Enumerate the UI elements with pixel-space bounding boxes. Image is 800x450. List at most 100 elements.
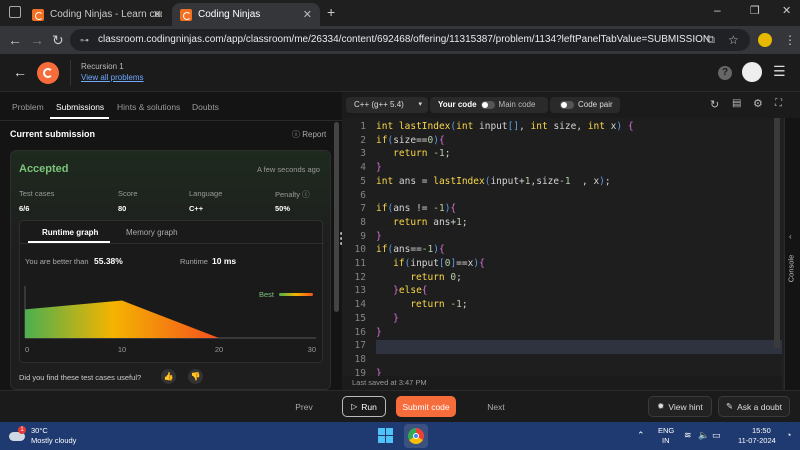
main-code-label: Main code — [498, 100, 536, 109]
code-line[interactable]: int ans = lastIndex(input+1,size-1 , x); — [376, 176, 611, 187]
user-avatar[interactable] — [742, 62, 762, 82]
active-tab-indicator — [50, 117, 109, 119]
run-button[interactable]: ▷ Run — [342, 396, 386, 417]
thumbs-down-icon[interactable]: 👎 — [188, 369, 203, 384]
stat-value-language: C++ — [189, 204, 204, 213]
code-pair-switch[interactable] — [560, 100, 574, 109]
close-window-icon[interactable]: ✕ — [782, 4, 791, 17]
ask-doubt-label: Ask a doubt — [737, 401, 782, 412]
install-app-icon[interactable]: ⧉ — [707, 32, 715, 48]
code-line[interactable]: return 0; — [376, 272, 462, 283]
play-icon: ▷ — [351, 402, 358, 411]
battery-icon[interactable]: ▭ — [712, 430, 721, 441]
line-number: 10 — [354, 244, 366, 256]
code-view-switch[interactable] — [480, 100, 495, 109]
prev-button[interactable]: Prev — [286, 398, 322, 416]
language-indicator-1[interactable]: ENG — [658, 426, 674, 435]
code-line[interactable]: int lastIndex(int input[], int size, int… — [376, 121, 634, 132]
code-line[interactable]: } — [376, 368, 382, 376]
clock-time[interactable]: 15:50 — [752, 426, 771, 435]
reload-icon[interactable]: ↻ — [52, 32, 64, 48]
tab-actions-icon[interactable] — [9, 6, 21, 18]
windows-start-icon[interactable] — [378, 428, 394, 444]
line-number: 4 — [360, 162, 366, 174]
address-bar[interactable]: ⊶ classroom.codingninjas.com/app/classro… — [70, 29, 750, 51]
reset-code-icon[interactable]: ↻ — [710, 98, 719, 111]
line-number: 6 — [360, 189, 366, 201]
back-arrow-icon[interactable]: ← — [13, 64, 27, 80]
close-tab-icon[interactable]: ✕ — [153, 8, 162, 21]
code-line[interactable]: } — [376, 162, 382, 173]
submission-card: Accepted A few seconds ago Test cases 6/… — [10, 150, 331, 390]
minimize-icon[interactable]: – — [714, 3, 721, 17]
browser-tab-2[interactable]: Coding Ninjas ✕ — [172, 3, 320, 26]
console-panel-toggle[interactable]: ‹ Console — [784, 118, 800, 390]
windows-taskbar: 1 30°C Mostly cloudy ⌃ ENG IN ≋ 🔈 ▭ 15:5… — [0, 422, 800, 450]
code-line[interactable]: return -1; — [376, 299, 467, 310]
chat-icon: ✎ — [725, 401, 734, 411]
left-panel-scrollbar[interactable] — [334, 122, 339, 312]
line-number: 16 — [354, 326, 366, 338]
browser-tab-1[interactable]: Coding Ninjas - Learn coding o ✕ — [24, 3, 170, 26]
bookmark-star-icon[interactable]: ☆ — [728, 32, 739, 48]
action-footer: Prev ▷ Run Submit code Next ✹ View hint … — [0, 390, 800, 422]
profile-avatar[interactable] — [758, 33, 772, 47]
clock-date: 11-07-2024 — [738, 436, 776, 445]
tab-doubts[interactable]: Doubts — [192, 102, 219, 112]
view-all-problems-link[interactable]: View all problems — [81, 73, 144, 82]
code-line[interactable]: } — [376, 327, 382, 338]
chevron-up-icon[interactable]: ⌃ — [637, 430, 645, 441]
code-line[interactable]: }else{ — [376, 285, 427, 296]
help-icon[interactable]: ? — [718, 66, 732, 80]
tab-runtime-graph[interactable]: Runtime graph — [42, 228, 98, 237]
line-number: 14 — [354, 299, 366, 311]
volume-icon[interactable]: 🔈 — [698, 430, 709, 441]
weather-cloud-icon[interactable]: 1 — [9, 426, 27, 444]
line-number: 15 — [354, 312, 366, 324]
code-line[interactable]: if(input[0]==x){ — [376, 258, 485, 269]
fullscreen-icon[interactable]: ⛶ — [775, 98, 782, 109]
code-editor[interactable]: 1 2 3 4 5 6 7 8 9 10 11 12 13 14 15 16 17 18 19 int lastIn… — [342, 118, 782, 376]
gear-icon[interactable]: ⚙ — [753, 97, 763, 110]
browser-tab-title: Coding Ninjas — [198, 9, 261, 20]
hamburger-menu-icon[interactable]: ☰ — [773, 63, 786, 80]
report-button[interactable]: ⓘ Report — [292, 129, 326, 140]
maximize-icon[interactable]: ❐ — [750, 4, 760, 17]
line-number: 1 — [360, 121, 366, 132]
browser-menu-icon[interactable]: ⋮ — [784, 32, 796, 48]
next-button[interactable]: Next — [478, 398, 514, 416]
site-info-icon[interactable]: ⊶ — [80, 29, 89, 51]
chrome-taskbar-icon[interactable] — [404, 424, 428, 448]
thumbs-up-icon[interactable]: 👍 — [161, 369, 176, 384]
info-icon[interactable]: ⓘ — [302, 190, 310, 199]
forward-arrow-icon[interactable]: → — [30, 32, 44, 48]
editor-scrollbar[interactable] — [774, 118, 780, 348]
tab-problem[interactable]: Problem — [12, 102, 44, 112]
layout-icon[interactable]: ▤ — [732, 98, 741, 109]
tab-memory-graph[interactable]: Memory graph — [126, 228, 178, 237]
back-arrow-icon[interactable]: ← — [8, 32, 22, 48]
new-tab-button[interactable]: + — [327, 4, 335, 20]
code-line[interactable]: return ans+1; — [376, 217, 467, 228]
code-line[interactable]: if(ans==-1){ — [376, 244, 445, 255]
code-line[interactable]: } — [376, 231, 382, 242]
line-number: 9 — [360, 230, 366, 242]
code-line[interactable]: } — [376, 313, 399, 324]
coding-ninjas-logo[interactable] — [37, 62, 59, 84]
code-line[interactable]: return -1; — [376, 148, 450, 159]
language-select[interactable]: C++ (g++ 5.4) ▾ — [346, 97, 428, 113]
code-line[interactable]: if(ans != -1){ — [376, 203, 456, 214]
stat-value-penalty: 50% — [275, 204, 291, 213]
ask-doubt-button[interactable]: ✎ Ask a doubt — [718, 396, 790, 417]
view-hint-button[interactable]: ✹ View hint — [648, 396, 712, 417]
wifi-icon[interactable]: ≋ — [684, 430, 692, 441]
runtime-area — [25, 300, 219, 338]
code-pair-toggle[interactable]: Code pair — [550, 97, 620, 113]
submit-code-button[interactable]: Submit code — [396, 396, 456, 417]
code-line[interactable]: if(size==0){ — [376, 135, 445, 146]
notification-icon[interactable]: ◔ — [786, 430, 791, 440]
tab-hints-solutions[interactable]: Hints & solutions — [117, 102, 180, 112]
code-view-toggle[interactable]: Your code Main code — [430, 97, 548, 113]
tab-submissions[interactable]: Submissions — [56, 102, 104, 112]
close-tab-icon[interactable]: ✕ — [303, 8, 312, 21]
